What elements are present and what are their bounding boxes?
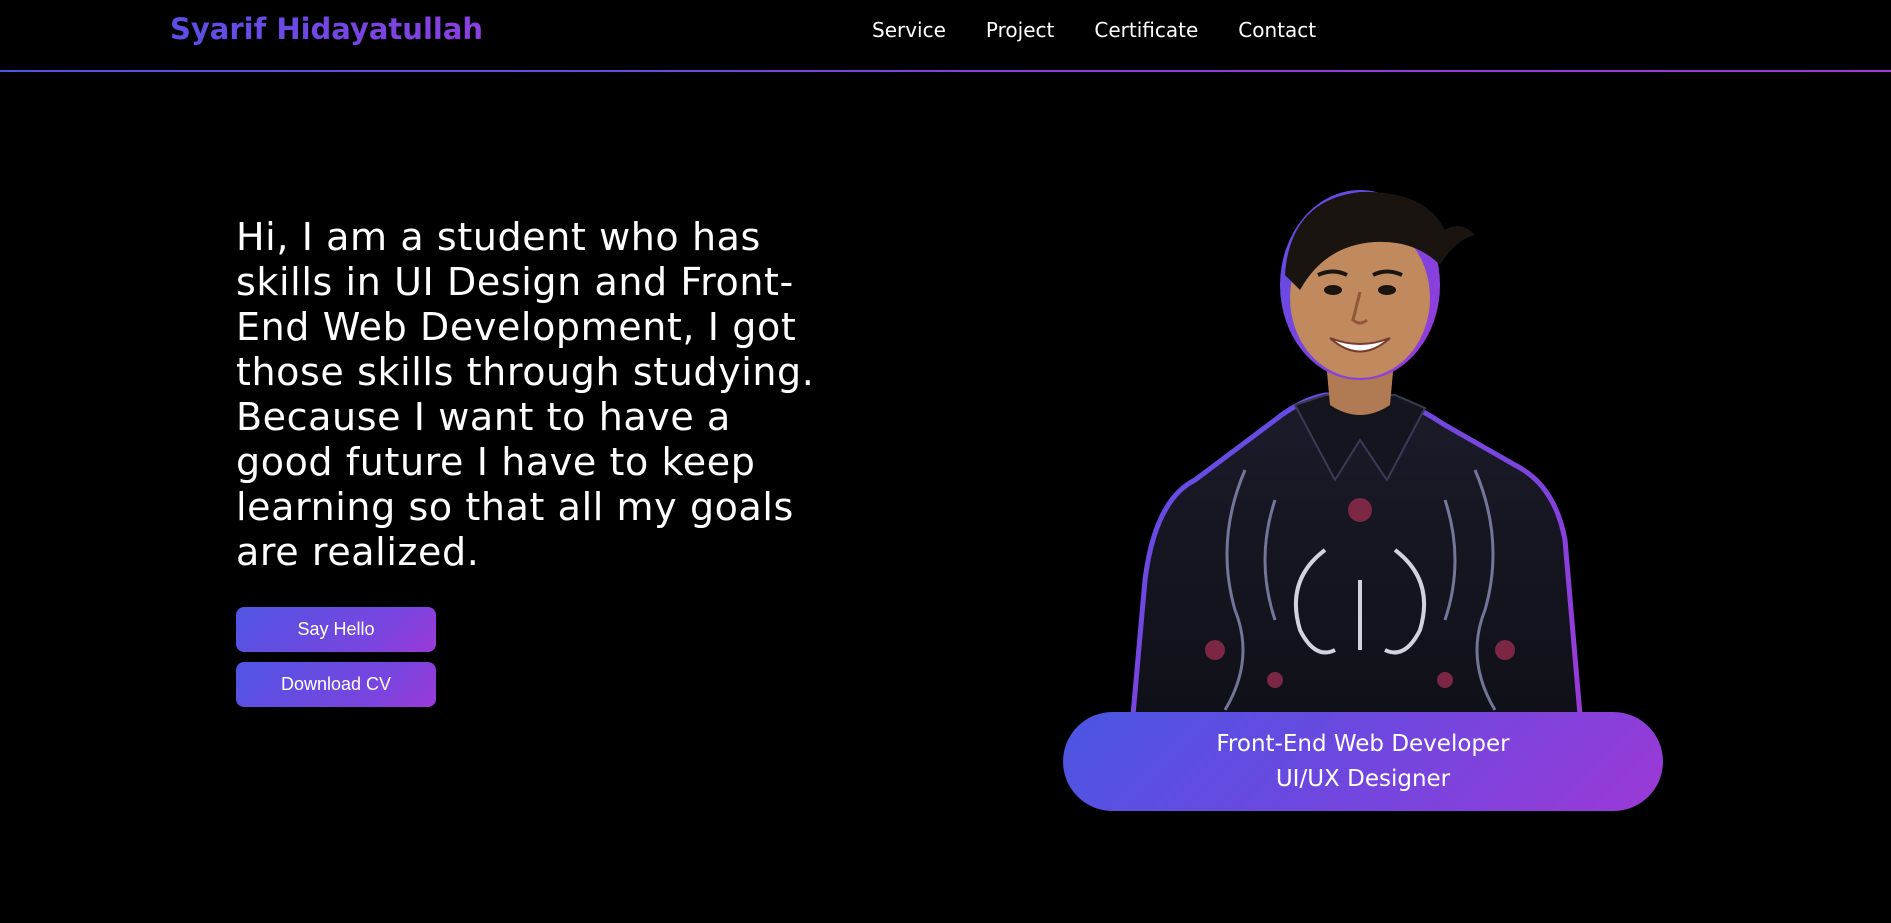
- header-divider: [0, 70, 1891, 72]
- hero-line: skills in UI Design and Front-: [236, 260, 794, 304]
- hero-line: learning so that all my goals: [236, 485, 794, 529]
- nav-item-project[interactable]: Project: [986, 18, 1054, 42]
- site-logo[interactable]: Syarif Hidayatullah: [170, 12, 483, 46]
- hero-line: are realized.: [236, 530, 480, 574]
- page: Syarif Hidayatullah Service Project Cert…: [0, 0, 1891, 923]
- hero-line: Because I want to have a: [236, 395, 731, 439]
- hero-intro: Hi, I am a student who has skills in UI …: [236, 215, 846, 575]
- nav-item-certificate[interactable]: Certificate: [1094, 18, 1198, 42]
- main-nav: Service Project Certificate Contact: [872, 18, 1356, 42]
- download-cv-button[interactable]: Download CV: [236, 662, 436, 707]
- site-header: Syarif Hidayatullah Service Project Cert…: [0, 0, 1891, 70]
- say-hello-button[interactable]: Say Hello: [236, 607, 436, 652]
- nav-item-service[interactable]: Service: [872, 18, 946, 42]
- role-line-developer: Front-End Web Developer: [1216, 730, 1510, 757]
- hero-line: those skills through studying.: [236, 350, 815, 394]
- nav-item-contact[interactable]: Contact: [1238, 18, 1316, 42]
- role-line-designer: UI/UX Designer: [1275, 765, 1451, 792]
- hero-line: End Web Development, I got: [236, 305, 797, 349]
- profile-photo: [1130, 190, 1583, 715]
- hero-line: good future I have to keep: [236, 440, 756, 484]
- hero-line: Hi, I am a student who has: [236, 215, 761, 259]
- role-badge: Front-End Web Developer UI/UX Designer: [1063, 712, 1663, 811]
